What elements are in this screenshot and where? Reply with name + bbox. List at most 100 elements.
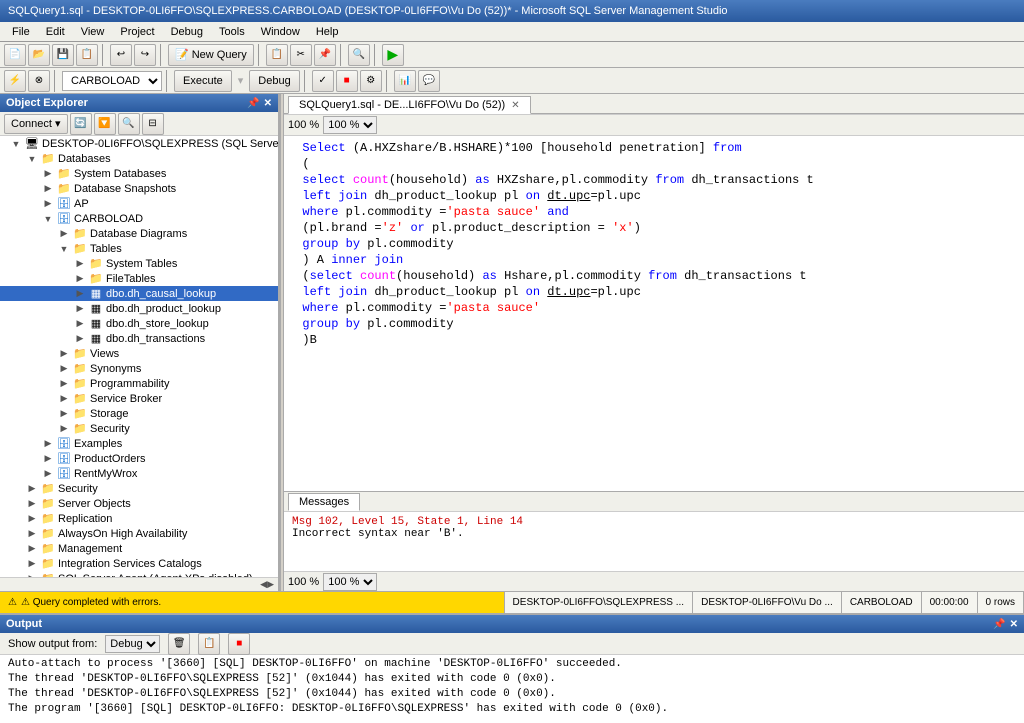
- new-query-btn[interactable]: 📝 New Query: [168, 44, 254, 66]
- zoom-select[interactable]: 100 % 75 % 125 %: [323, 116, 377, 134]
- open-btn[interactable]: 📂: [28, 44, 50, 66]
- search-btn[interactable]: 🔍: [348, 44, 370, 66]
- tab-close-icon[interactable]: ✕: [511, 100, 519, 111]
- output-pin-icon[interactable]: 📌: [993, 619, 1005, 630]
- messages-panel: Messages Msg 102, Level 15, State 1, Lin…: [284, 491, 1024, 591]
- tree-carboload-db[interactable]: ▼ 🗄 CARBOLOAD: [0, 211, 278, 226]
- expand-top-sec-icon: ▶: [24, 483, 40, 494]
- tree-top-security[interactable]: ▶ 📁 Security: [0, 481, 278, 496]
- tree-examples-db[interactable]: ▶ 🗄 Examples: [0, 436, 278, 451]
- status-db-text: CARBOLOAD: [850, 597, 913, 608]
- tree-programmability[interactable]: ▶ 📁 Programmability: [0, 376, 278, 391]
- tree-integration-services[interactable]: ▶ 📁 Integration Services Catalogs: [0, 556, 278, 571]
- tree-ap-db[interactable]: ▶ 🗄 AP: [0, 196, 278, 211]
- sep7: [166, 70, 170, 92]
- carboload-db-icon: 🗄: [56, 212, 72, 225]
- undo-btn[interactable]: ↩: [110, 44, 132, 66]
- output-close-icon[interactable]: ✕: [1010, 619, 1018, 630]
- output-stop-btn[interactable]: ■: [228, 633, 250, 655]
- filetables-folder-icon: 📁: [88, 272, 104, 285]
- oe-collapse-btn[interactable]: ⊟: [142, 113, 164, 135]
- oe-connect-button[interactable]: Connect ▾: [4, 114, 68, 134]
- tree-alwayson[interactable]: ▶ 📁 AlwaysOn High Availability: [0, 526, 278, 541]
- check-btn[interactable]: ✓: [312, 70, 334, 92]
- messages-tab[interactable]: Messages: [288, 493, 360, 511]
- tree-server-objects[interactable]: ▶ 📁 Server Objects: [0, 496, 278, 511]
- menu-project[interactable]: Project: [112, 24, 162, 40]
- oe-filter-btn[interactable]: 🔽: [94, 113, 116, 135]
- new-file-btn[interactable]: 📄: [4, 44, 26, 66]
- tree-productorders-db[interactable]: ▶ 🗄 ProductOrders: [0, 451, 278, 466]
- tree-storage[interactable]: ▶ 📁 Storage: [0, 406, 278, 421]
- tree-dh-store-lookup[interactable]: ▶ ▦ dbo.dh_store_lookup: [0, 316, 278, 331]
- management-label: Management: [56, 543, 122, 555]
- rentmywrox-db-icon: 🗄: [56, 467, 72, 480]
- debug-btn[interactable]: Debug: [249, 70, 299, 92]
- menu-debug[interactable]: Debug: [163, 24, 211, 40]
- disconnect-btn[interactable]: ⊗: [28, 70, 50, 92]
- menu-file[interactable]: File: [4, 24, 38, 40]
- debug-source-select[interactable]: Debug: [105, 635, 160, 653]
- expand-databases-icon: ▼: [24, 154, 40, 164]
- tree-filetables[interactable]: ▶ 📁 FileTables: [0, 271, 278, 286]
- sql-editor[interactable]: Select (A.HXZshare/B.HSHARE)*100 [househ…: [284, 136, 1024, 491]
- tree-dh-causal-lookup[interactable]: ▶ ▦ dbo.dh_causal_lookup: [0, 286, 278, 301]
- oe-search-btn[interactable]: 🔍: [118, 113, 140, 135]
- connect-btn[interactable]: ⚡: [4, 70, 26, 92]
- redo-btn[interactable]: ↪: [134, 44, 156, 66]
- results-btn[interactable]: 📊: [394, 70, 416, 92]
- tree-db-snapshots[interactable]: ▶ 📁 Database Snapshots: [0, 181, 278, 196]
- messages-tabs: Messages: [284, 492, 1024, 512]
- tree-management[interactable]: ▶ 📁 Management: [0, 541, 278, 556]
- stop-btn[interactable]: ■: [336, 70, 358, 92]
- tree-tables[interactable]: ▼ 📁 Tables: [0, 241, 278, 256]
- tree-synonyms[interactable]: ▶ 📁 Synonyms: [0, 361, 278, 376]
- oe-scroll-right-btn[interactable]: ▶: [267, 579, 274, 590]
- databases-label: Databases: [56, 153, 111, 165]
- parse-btn[interactable]: ⚙: [360, 70, 382, 92]
- oe-pin-icon[interactable]: 📌: [247, 98, 259, 109]
- tree-views[interactable]: ▶ 📁 Views: [0, 346, 278, 361]
- output-line-2: The thread 'DESKTOP-0LI6FFO\SQLEXPRESS […: [8, 672, 1016, 687]
- save-all-btn[interactable]: 📋: [76, 44, 98, 66]
- oe-close-icon[interactable]: ✕: [264, 98, 272, 109]
- output-clear-btn[interactable]: 🗑: [168, 633, 190, 655]
- zoom-select-2[interactable]: 100 %: [323, 573, 377, 591]
- oe-refresh-btn[interactable]: 🔄: [70, 113, 92, 135]
- sql-line-10: left join dh_product_lookup pl on dt.upc…: [288, 284, 1020, 300]
- oe-scroll-left-btn[interactable]: ◀: [260, 579, 267, 590]
- tree-dh-product-lookup[interactable]: ▶ ▦ dbo.dh_product_lookup: [0, 301, 278, 316]
- sql-query-tab[interactable]: SQLQuery1.sql - DE...LI6FFO\Vu Do (52)) …: [288, 96, 531, 114]
- top-security-label: Security: [56, 483, 98, 495]
- expand-sysdb-icon: ▶: [40, 168, 56, 179]
- cut-btn[interactable]: ✂: [290, 44, 312, 66]
- menu-help[interactable]: Help: [308, 24, 347, 40]
- menu-window[interactable]: Window: [253, 24, 308, 40]
- tree-service-broker[interactable]: ▶ 📁 Service Broker: [0, 391, 278, 406]
- tree-dh-transactions[interactable]: ▶ ▦ dbo.dh_transactions: [0, 331, 278, 346]
- copy-btn[interactable]: 📋: [266, 44, 288, 66]
- menu-edit[interactable]: Edit: [38, 24, 73, 40]
- messages-btn[interactable]: 💬: [418, 70, 440, 92]
- service-broker-label: Service Broker: [88, 393, 162, 405]
- replication-label: Replication: [56, 513, 112, 525]
- tree-replication[interactable]: ▶ 📁 Replication: [0, 511, 278, 526]
- title-bar: SQLQuery1.sql - DESKTOP-0LI6FFO\SQLEXPRE…: [0, 0, 1024, 22]
- tree-carboload-security[interactable]: ▶ 📁 Security: [0, 421, 278, 436]
- sql-line-5: where pl.commodity ='pasta sauce' and: [288, 204, 1020, 220]
- menu-tools[interactable]: Tools: [211, 24, 253, 40]
- database-select[interactable]: CARBOLOAD: [62, 71, 162, 91]
- tree-system-tables[interactable]: ▶ 📁 System Tables: [0, 256, 278, 271]
- tree-rentmywrox-db[interactable]: ▶ 🗄 RentMyWrox: [0, 466, 278, 481]
- tree-db-diagrams[interactable]: ▶ 📁 Database Diagrams: [0, 226, 278, 241]
- tree-databases[interactable]: ▼ 📁 Databases: [0, 151, 278, 166]
- play-btn[interactable]: ▶: [382, 44, 404, 66]
- output-copy-btn[interactable]: 📋: [198, 633, 220, 655]
- paste-btn[interactable]: 📌: [314, 44, 336, 66]
- tree-system-databases[interactable]: ▶ 📁 System Databases: [0, 166, 278, 181]
- tree-server[interactable]: ▼ 🖥 DESKTOP-0LI6FFO\SQLEXPRESS (SQL Serv…: [0, 136, 278, 151]
- save-btn[interactable]: 💾: [52, 44, 74, 66]
- menu-view[interactable]: View: [73, 24, 113, 40]
- execute-btn[interactable]: Execute: [174, 70, 232, 92]
- product-table-icon: ▦: [88, 302, 104, 315]
